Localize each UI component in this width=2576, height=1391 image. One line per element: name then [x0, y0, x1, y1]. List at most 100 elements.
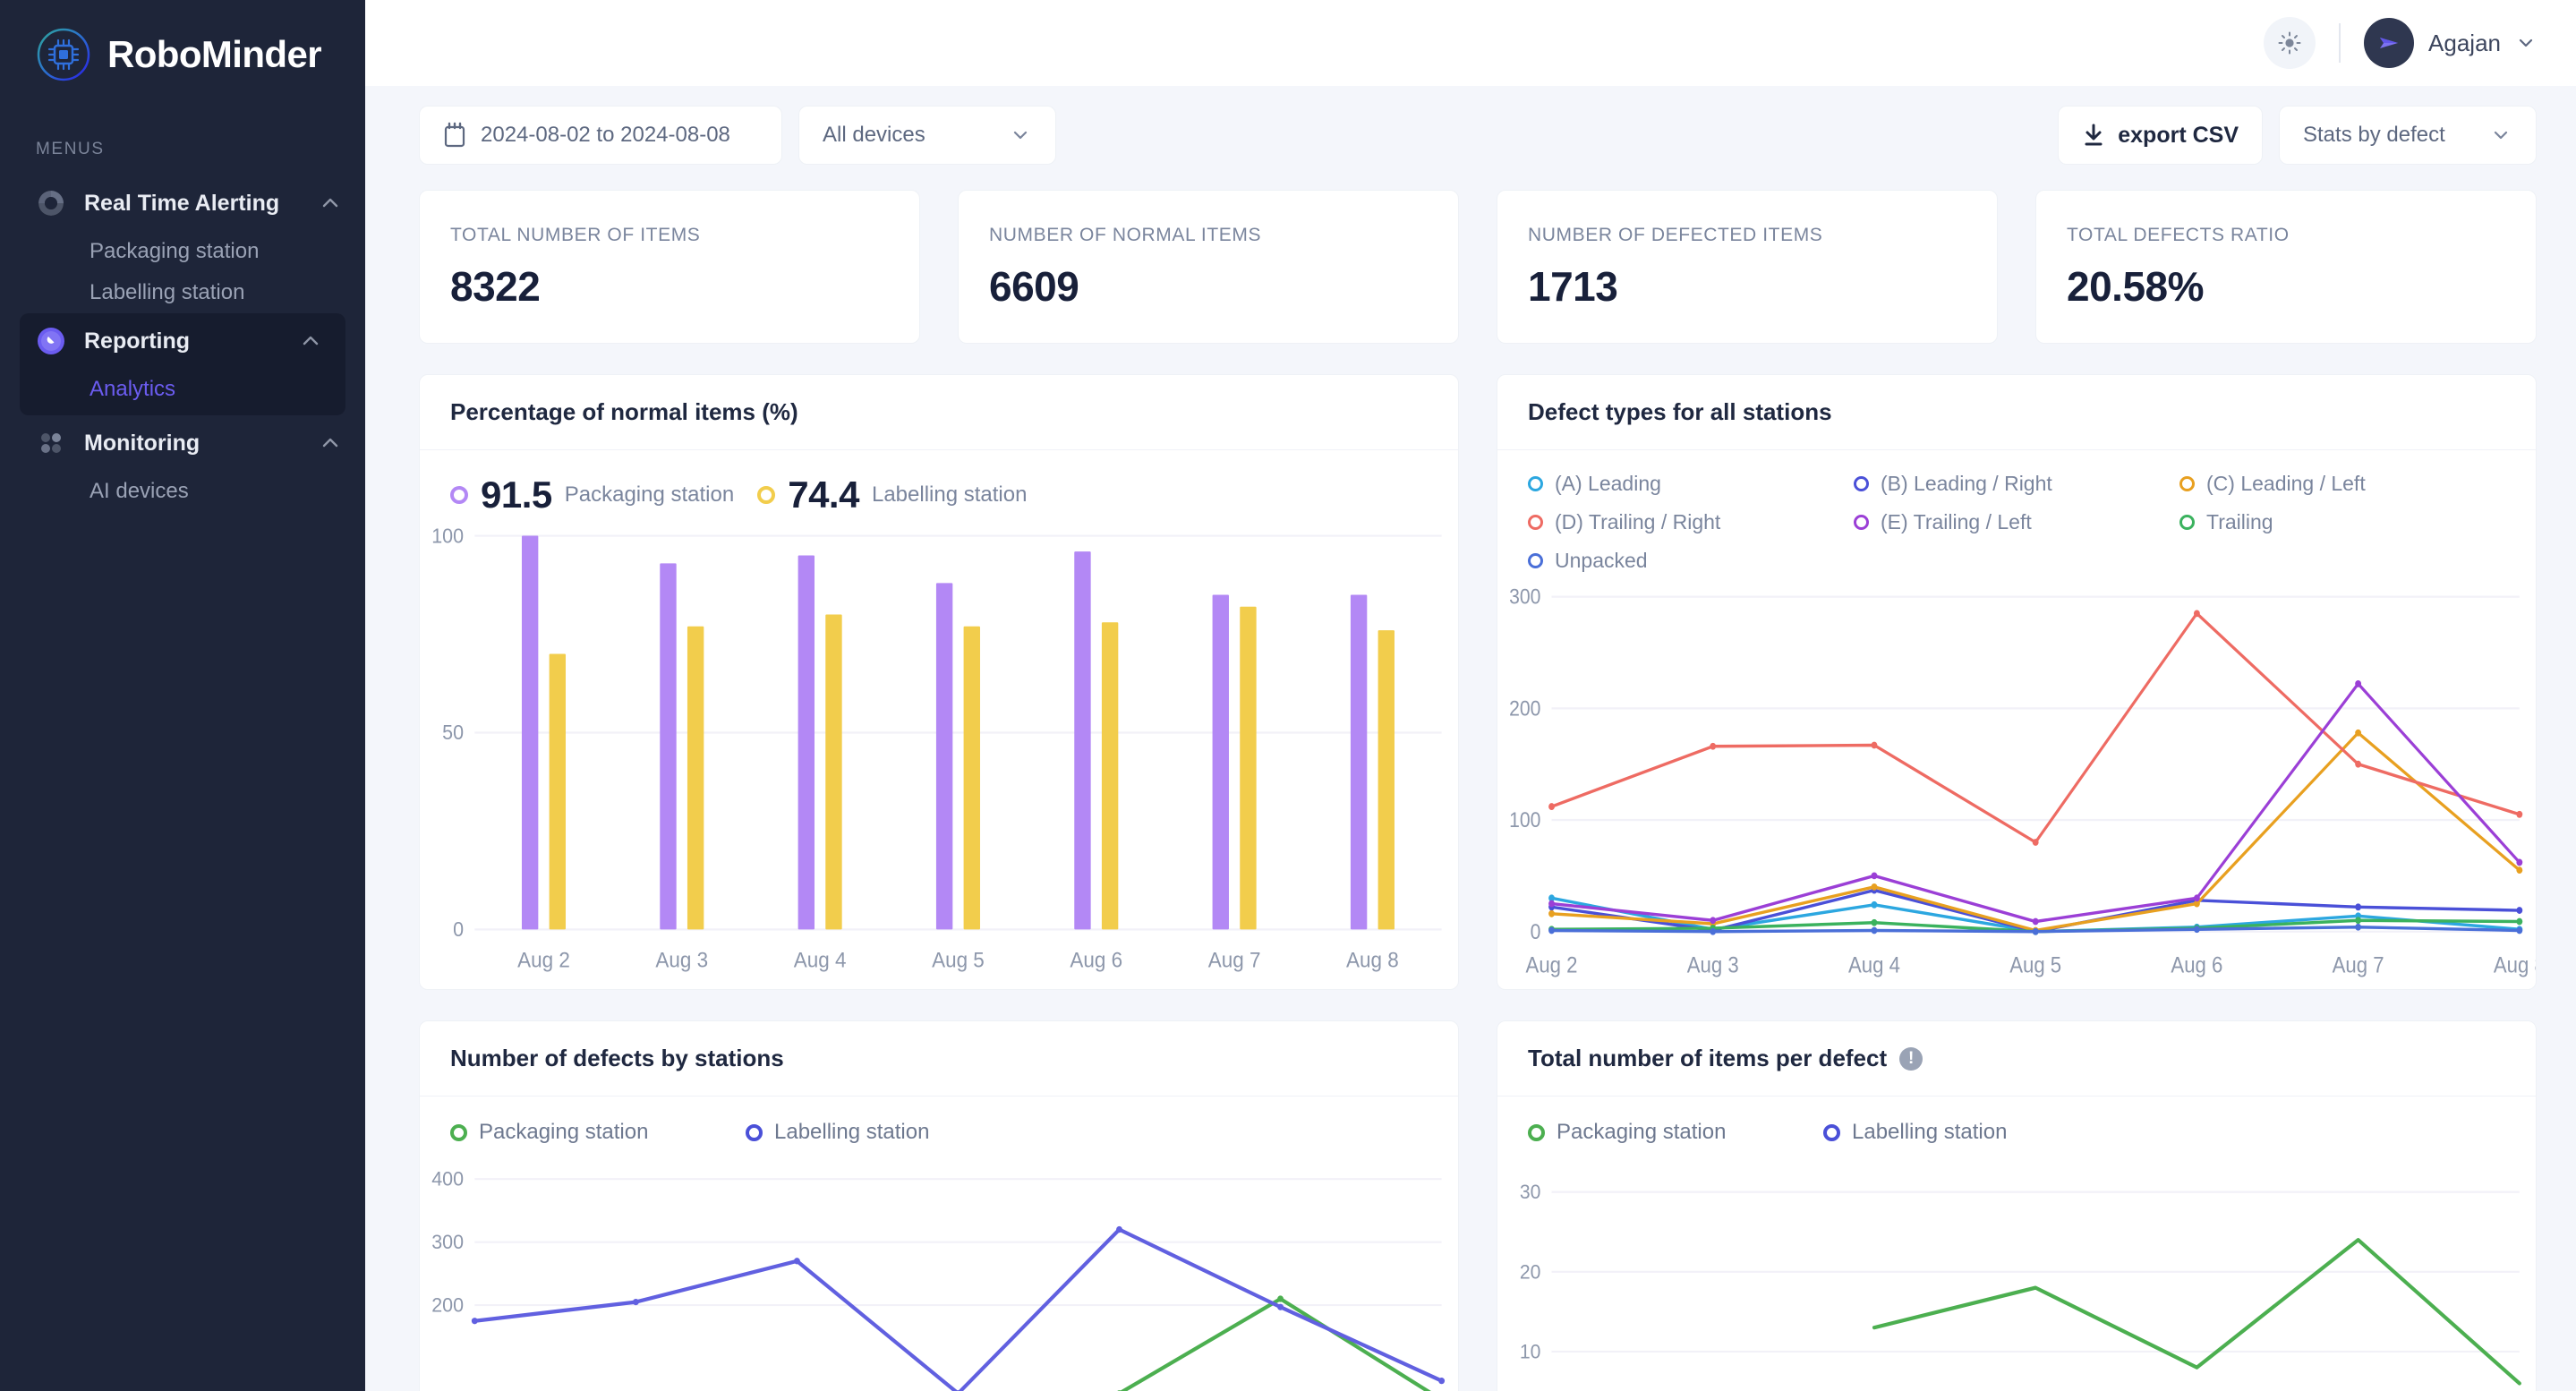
legend-item-defect-0[interactable]: (A) Leading — [1528, 472, 1854, 496]
legend-item-defect-2[interactable]: (C) Leading / Left — [2179, 472, 2505, 496]
kpi-card: NUMBER OF NORMAL ITEMS 6609 — [958, 190, 1459, 344]
avatar — [2364, 18, 2415, 68]
line-chart-defects-by-stations[interactable]: 200 300 400 — [420, 1145, 1458, 1391]
svg-text:Aug 5: Aug 5 — [2009, 952, 2061, 978]
svg-text:0: 0 — [453, 917, 464, 941]
kpi-value: 6609 — [989, 263, 1079, 310]
legend-item-defect-3[interactable]: (D) Trailing / Right — [1528, 510, 1854, 534]
paper-plane-icon — [2376, 30, 2402, 56]
legend-defect-types: (A) Leading (B) Leading / Right (C) Leadin… — [1497, 450, 2536, 578]
svg-text:30: 30 — [1520, 1181, 1541, 1204]
sun-icon — [2276, 30, 2303, 56]
legend-item-defect-6[interactable]: Unpacked — [1528, 549, 1854, 573]
charts-column-right: Defect types for all stations (A) Leadin… — [1497, 374, 2537, 1391]
kpi-label: TOTAL NUMBER OF ITEMS — [450, 225, 701, 245]
card-percentage-normal-items: Percentage of normal items (%) 91.5 Pack… — [419, 374, 1459, 990]
legend-item-packaging[interactable]: Packaging station — [450, 1120, 746, 1145]
summary-value: 74.4 — [788, 474, 859, 516]
bar-chart-normal-items[interactable]: 0 50 100 Aug 2 Aug 3 Aug 4 Aug 5 Aug 6 Aug 7 Aug … — [420, 522, 1458, 989]
legend-label: Trailing — [2206, 510, 2273, 533]
legend-label: Labelling station — [774, 1120, 930, 1144]
legend-item-labelling[interactable]: Labelling station — [746, 1120, 1041, 1145]
svg-text:Aug 7: Aug 7 — [2333, 952, 2384, 978]
legend-marker — [1528, 476, 1543, 491]
card-header: Defect types for all stations — [1497, 375, 2536, 450]
legend-marker — [2179, 515, 2195, 530]
brand-logo[interactable]: RoboMinder — [0, 13, 365, 97]
summary-value: 91.5 — [481, 474, 552, 516]
charts-grid: Percentage of normal items (%) 91.5 Pack… — [365, 344, 2576, 1391]
device-select[interactable]: All devices — [798, 106, 1056, 165]
legend-item-packaging[interactable]: Packaging station — [1528, 1120, 1823, 1145]
line-chart-defect-types[interactable]: 0 100 200 300 Aug 2 Aug 3 Aug 4 Aug 5 Aug 6 Aug 7… — [1497, 578, 2536, 989]
sidebar-item-monitoring[interactable]: Monitoring — [0, 415, 365, 471]
svg-text:100: 100 — [1509, 807, 1540, 832]
kpi-card: TOTAL DEFECTS RATIO 20.58% — [2035, 190, 2537, 344]
sidebar-group-reporting: Reporting Analytics — [20, 313, 345, 415]
svg-text:10: 10 — [1520, 1340, 1541, 1363]
export-csv-button[interactable]: export CSV — [2058, 106, 2263, 165]
legend-stations: Packaging station Labelling station — [1497, 1097, 2536, 1145]
svg-text:50: 50 — [442, 721, 464, 744]
legend-label: Labelling station — [1852, 1120, 2008, 1144]
stats-select[interactable]: Stats by defect — [2279, 106, 2537, 165]
summary-label: Labelling station — [871, 482, 1028, 507]
chevron-down-icon[interactable] — [2489, 124, 2512, 147]
sidebar-item-labelling-station[interactable]: Labelling station — [0, 272, 365, 313]
sidebar-group-title: Reporting — [84, 328, 191, 354]
legend-marker — [1528, 515, 1543, 530]
legend-item-labelling[interactable]: Labelling station — [1823, 1120, 2119, 1145]
top-header: Agajan — [365, 0, 2576, 86]
svg-text:Aug 6: Aug 6 — [1070, 948, 1122, 972]
kpi-value: 20.58% — [2067, 263, 2205, 310]
legend-label: Packaging station — [1557, 1120, 1727, 1144]
sidebar-item-packaging-station[interactable]: Packaging station — [0, 231, 365, 272]
sidebar-group-monitoring: Monitoring AI devices — [0, 415, 365, 512]
charts-column-left: Percentage of normal items (%) 91.5 Pack… — [419, 374, 1459, 1391]
sidebar-item-ai-devices[interactable]: AI devices — [0, 471, 365, 512]
chevron-down-icon[interactable] — [2515, 32, 2537, 54]
card-title: Percentage of normal items (%) — [450, 398, 798, 425]
kpi-row: TOTAL NUMBER OF ITEMS 8322 NUMBER OF NOR… — [365, 174, 2576, 344]
card-header: Number of defects by stations — [420, 1021, 1458, 1097]
kpi-value: 8322 — [450, 263, 541, 310]
legend-item-defect-1[interactable]: (B) Leading / Right — [1854, 472, 2179, 496]
legend-item-defect-4[interactable]: (E) Trailing / Left — [1854, 510, 2179, 534]
legend-label: (A) Leading — [1555, 472, 1661, 495]
legend-marker-labelling — [1823, 1123, 1840, 1141]
legend-marker-labelling — [757, 486, 776, 504]
legend-label: (E) Trailing / Left — [1881, 510, 2032, 533]
chevron-up-icon[interactable] — [319, 192, 342, 215]
user-menu[interactable]: Agajan — [2364, 18, 2537, 68]
kpi-value: 1713 — [1528, 263, 1618, 310]
legend-label: Packaging station — [479, 1120, 649, 1144]
chevron-up-icon[interactable] — [299, 329, 322, 353]
chevron-down-icon[interactable] — [1009, 124, 1032, 147]
card-items-per-defect: Total number of items per defect ! Packa… — [1497, 1020, 2537, 1391]
legend-marker-packaging — [1528, 1123, 1545, 1141]
svg-text:Aug 4: Aug 4 — [1848, 952, 1900, 978]
brand-name: RoboMinder — [107, 33, 322, 75]
line-chart-items-per-defect[interactable]: 10 20 30 — [1497, 1145, 2536, 1391]
svg-text:Aug 3: Aug 3 — [1687, 952, 1739, 978]
sidebar-item-reporting[interactable]: Reporting — [20, 313, 345, 369]
kpi-label: NUMBER OF DEFECTED ITEMS — [1528, 225, 1823, 245]
date-range-picker[interactable]: 2024-08-02 to 2024-08-08 — [419, 106, 782, 165]
svg-text:Aug 2: Aug 2 — [517, 948, 570, 972]
legend-label: (D) Trailing / Right — [1555, 510, 1721, 533]
calendar-icon — [443, 122, 466, 149]
info-icon[interactable]: ! — [1899, 1046, 1923, 1071]
legend-item-defect-5[interactable]: Trailing — [2179, 510, 2505, 534]
sidebar-item-real-time-alerting[interactable]: Real Time Alerting — [0, 175, 365, 231]
summary-packaging: 91.5 Packaging station — [450, 474, 734, 516]
sidebar-group-title: Real Time Alerting — [84, 190, 280, 216]
legend-marker-labelling — [746, 1123, 763, 1141]
sidebar-item-analytics[interactable]: Analytics — [20, 369, 345, 410]
sidebar-group-real-time-alerting: Real Time Alerting Packaging station Lab… — [0, 175, 365, 313]
legend-label: (B) Leading / Right — [1881, 472, 2052, 495]
theme-toggle-button[interactable] — [2264, 17, 2316, 69]
cpu-chip-icon — [36, 27, 91, 82]
svg-text:Aug 6: Aug 6 — [2171, 952, 2222, 978]
chevron-up-icon[interactable] — [319, 431, 342, 455]
card-defects-by-stations: Number of defects by stations Packaging … — [419, 1020, 1459, 1391]
